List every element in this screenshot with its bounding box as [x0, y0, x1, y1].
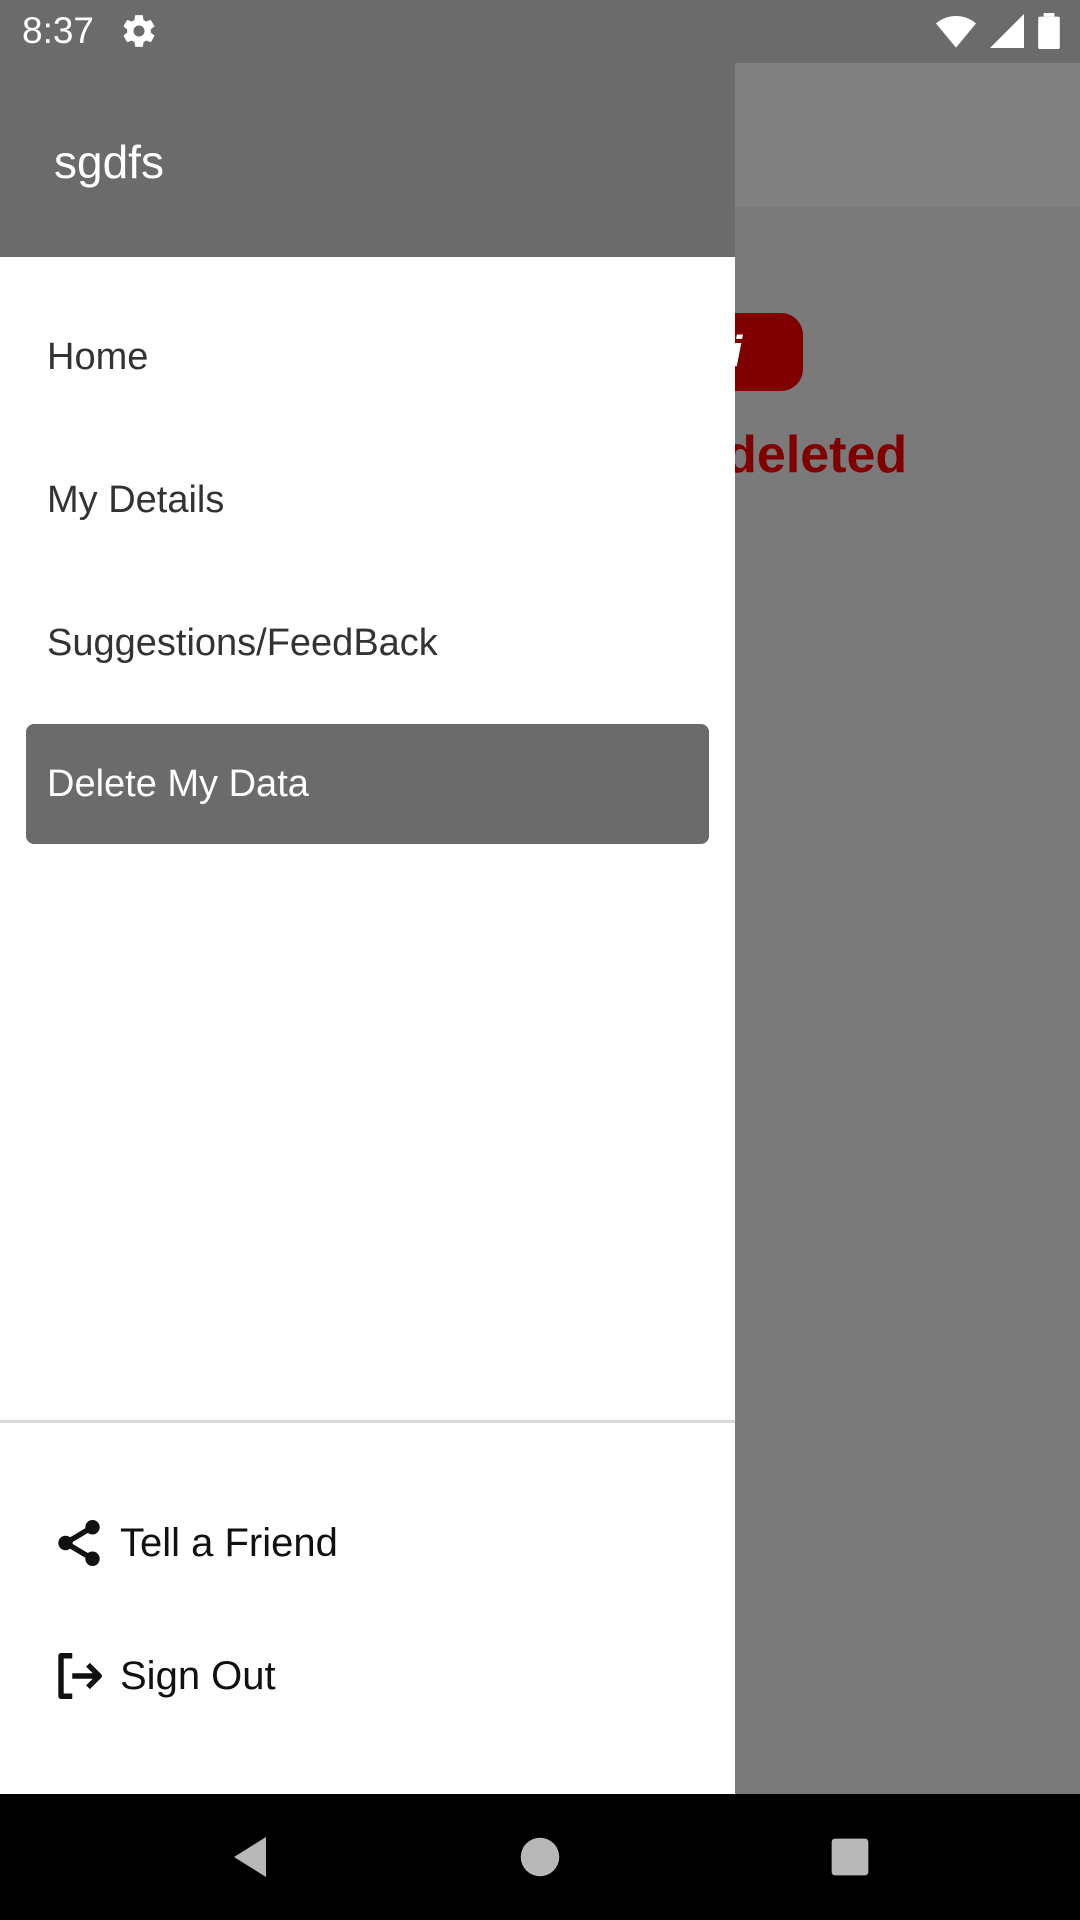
gear-icon — [123, 15, 155, 47]
system-nav-bar — [0, 1794, 1080, 1920]
sign-out-label: Sign Out — [120, 1653, 276, 1698]
menu-item-home[interactable]: Home — [26, 297, 709, 417]
status-bar: 8:37 — [0, 0, 1080, 63]
drawer-user-name: sgdfs — [54, 136, 164, 188]
recents-icon — [831, 1838, 869, 1876]
menu-item-label: Delete My Data — [47, 762, 309, 805]
menu-item-suggestions-feedback[interactable]: Suggestions/FeedBack — [26, 583, 709, 703]
sign-out-icon — [58, 1653, 102, 1699]
drawer-header: sgdfs — [0, 63, 735, 257]
menu-item-label: Suggestions/FeedBack — [47, 621, 438, 664]
tell-a-friend-label: Tell a Friend — [120, 1520, 338, 1565]
nav-recents-button[interactable] — [790, 1794, 910, 1920]
signal-icon — [990, 14, 1024, 48]
back-icon — [234, 1837, 266, 1877]
status-time: 8:37 — [22, 10, 95, 51]
menu-item-label: Home — [47, 335, 149, 378]
menu-item-label: My Details — [47, 478, 225, 521]
sign-out-button[interactable]: Sign Out — [52, 1641, 276, 1711]
nav-home-button[interactable] — [480, 1794, 600, 1920]
home-icon — [520, 1837, 560, 1877]
menu-item-delete-my-data[interactable]: Delete My Data — [26, 724, 709, 844]
menu-item-my-details[interactable]: My Details — [26, 440, 709, 560]
share-icon — [58, 1520, 100, 1566]
drawer-divider — [0, 1420, 735, 1423]
navigation-drawer: sgdfs Home My Details Suggestions/FeedBa… — [0, 63, 735, 1794]
battery-icon — [1038, 13, 1060, 49]
nav-back-button[interactable] — [190, 1794, 310, 1920]
tell-a-friend-button[interactable]: Tell a Friend — [52, 1508, 338, 1578]
wifi-icon — [936, 16, 976, 48]
